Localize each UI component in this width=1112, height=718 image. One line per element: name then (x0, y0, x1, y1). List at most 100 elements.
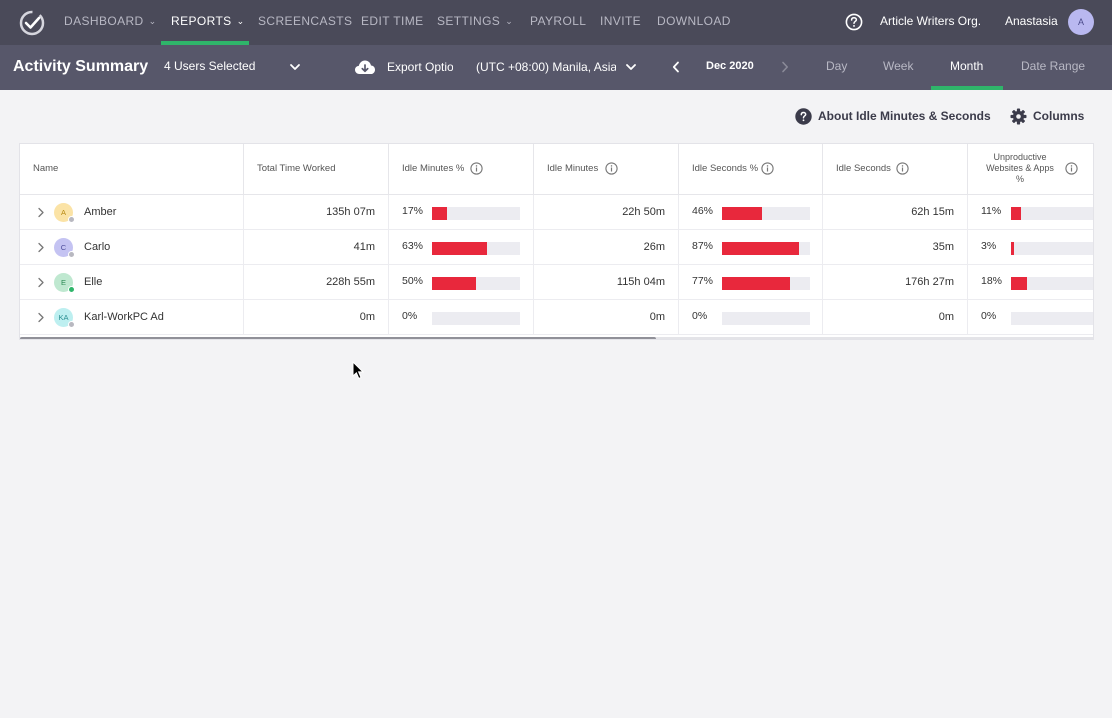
chevron-right-icon[interactable] (779, 60, 791, 74)
info-icon[interactable] (761, 162, 774, 175)
user-name-link[interactable]: Elle (84, 276, 102, 288)
idle-seconds: 62h 15m (911, 206, 954, 218)
user-name-link[interactable]: Amber (84, 206, 116, 218)
unproductive-pct-value: 0% (981, 310, 997, 322)
nav-screencasts[interactable]: SCREENCASTS (258, 0, 352, 45)
idle-minutes: 22h 50m (622, 206, 665, 218)
nav-edit-time[interactable]: EDIT TIME (361, 0, 424, 45)
chevron-right-icon[interactable] (37, 277, 45, 288)
tab-week[interactable]: Week (883, 45, 913, 90)
tab-day[interactable]: Day (826, 45, 847, 90)
columns-label: Columns (1033, 109, 1085, 123)
chevron-down-icon[interactable] (624, 61, 638, 73)
chevron-down-icon: ⌄ (148, 16, 157, 26)
idle-minutes-pct-bar (432, 277, 520, 290)
help-icon (795, 108, 812, 125)
table-row[interactable]: A Amber 135h 07m 17% 22h 50m 46% 62h 15m 11% (20, 195, 1093, 230)
idle-minutes-pct-bar (432, 207, 520, 220)
name-cell: A Amber (20, 195, 244, 230)
column-header-total-time[interactable]: Total Time Worked (244, 144, 389, 195)
idle-seconds: 176h 27m (905, 276, 954, 288)
user-avatar[interactable]: A (1068, 9, 1094, 35)
nav-dashboard[interactable]: DASHBOARD ⌄ (64, 0, 157, 45)
info-icon[interactable] (470, 162, 483, 175)
unproductive-pct-cell: 0% (968, 300, 1093, 335)
info-icon[interactable] (1065, 162, 1078, 175)
table-row[interactable]: KA Karl-WorkPC Ad 0m 0% 0m 0% 0m 0% (20, 300, 1093, 335)
help-icon[interactable] (845, 13, 863, 31)
page-title: Activity Summary (13, 58, 149, 75)
user-name-link[interactable]: Karl-WorkPC Ad (84, 311, 164, 323)
column-header-idle-seconds-pct[interactable]: Idle Seconds % (679, 144, 823, 195)
idle-seconds-cell: 35m (823, 230, 968, 265)
idle-minutes-pct-bar (432, 242, 520, 255)
nav-download[interactable]: DOWNLOAD (657, 0, 731, 45)
chevron-down-icon: ⌄ (236, 16, 245, 26)
idle-seconds: 35m (932, 241, 954, 253)
tab-month[interactable]: Month (950, 45, 983, 90)
total-time-cell: 41m (244, 230, 389, 265)
org-switcher[interactable]: Article Writers Org. (880, 14, 981, 28)
chevron-left-icon[interactable] (670, 60, 682, 74)
column-header-unproductive-pct[interactable]: Unproductive Websites & Apps % (968, 144, 1093, 195)
column-header-name[interactable]: Name (20, 144, 244, 195)
idle-minutes-pct-bar-fill (432, 242, 488, 255)
status-dot (68, 251, 75, 258)
chevron-right-icon[interactable] (37, 242, 45, 253)
tab-date-range[interactable]: Date Range (1021, 45, 1085, 90)
unproductive-pct-bar (1011, 207, 1093, 220)
app-logo-icon[interactable] (18, 9, 46, 37)
column-header-idle-seconds[interactable]: Idle Seconds (823, 144, 968, 195)
nav-settings[interactable]: SETTINGS ⌄ (437, 0, 513, 45)
timezone-select[interactable]: (UTC +08:00) Manila, Asia (476, 60, 616, 74)
idle-minutes-pct-value: 0% (402, 310, 418, 322)
unproductive-pct-cell: 3% (968, 230, 1093, 265)
idle-minutes-pct-cell: 0% (389, 300, 534, 335)
idle-minutes-pct-bar-fill (432, 277, 476, 290)
column-header-idle-minutes-pct[interactable]: Idle Minutes % (389, 144, 534, 195)
idle-seconds-cell: 0m (823, 300, 968, 335)
status-dot (68, 216, 75, 223)
nav-payroll[interactable]: PAYROLL (530, 0, 586, 45)
idle-seconds-pct-bar-fill (722, 207, 763, 220)
export-options-button[interactable]: Export Options (387, 60, 453, 74)
user-name[interactable]: Anastasia (1005, 14, 1058, 28)
total-time: 228h 55m (326, 276, 375, 288)
cloud-download-icon[interactable] (354, 59, 376, 75)
unproductive-pct-bar (1011, 277, 1093, 290)
total-time: 135h 07m (326, 206, 375, 218)
top-nav: DASHBOARD ⌄ REPORTS ⌄ SCREENCASTS EDIT TIM… (0, 0, 1112, 45)
info-icon[interactable] (605, 162, 618, 175)
status-dot (68, 321, 75, 328)
users-select-dropdown[interactable]: 4 Users Selected (164, 59, 255, 73)
name-cell: KA Karl-WorkPC Ad (20, 300, 244, 335)
idle-minutes: 26m (643, 241, 665, 253)
idle-seconds-pct-bar (722, 207, 810, 220)
chevron-right-icon[interactable] (37, 207, 45, 218)
info-icon[interactable] (896, 162, 909, 175)
idle-minutes-cell: 22h 50m (534, 195, 679, 230)
scrollbar-thumb[interactable] (20, 337, 656, 339)
unproductive-pct-bar (1011, 312, 1093, 325)
range-active-indicator (931, 86, 1003, 90)
user-name-link[interactable]: Carlo (84, 241, 110, 253)
nav-invite[interactable]: INVITE (600, 0, 641, 45)
unproductive-pct-bar-fill (1011, 277, 1027, 290)
table-row[interactable]: E Elle 228h 55m 50% 115h 04m 77% 176h 27m 18% (20, 265, 1093, 300)
idle-minutes: 0m (649, 311, 665, 323)
idle-seconds-pct-bar-fill (722, 277, 790, 290)
idle-minutes-pct-cell: 50% (389, 265, 534, 300)
unproductive-pct-value: 11% (981, 205, 1002, 217)
chevron-down-icon[interactable] (288, 61, 302, 73)
idle-minutes-pct-cell: 63% (389, 230, 534, 265)
table-row[interactable]: C Carlo 41m 63% 26m 87% 35m 3% (20, 230, 1093, 265)
unproductive-pct-bar-fill (1011, 242, 1014, 255)
date-period-label[interactable]: Dec 2020 (706, 60, 754, 72)
column-header-idle-minutes[interactable]: Idle Minutes (534, 144, 679, 195)
nav-reports[interactable]: REPORTS ⌄ (171, 0, 245, 45)
name-cell: C Carlo (20, 230, 244, 265)
chevron-right-icon[interactable] (37, 312, 45, 323)
idle-seconds-pct-bar (722, 277, 810, 290)
idle-minutes-cell: 0m (534, 300, 679, 335)
idle-minutes-pct-bar-fill (432, 207, 447, 220)
